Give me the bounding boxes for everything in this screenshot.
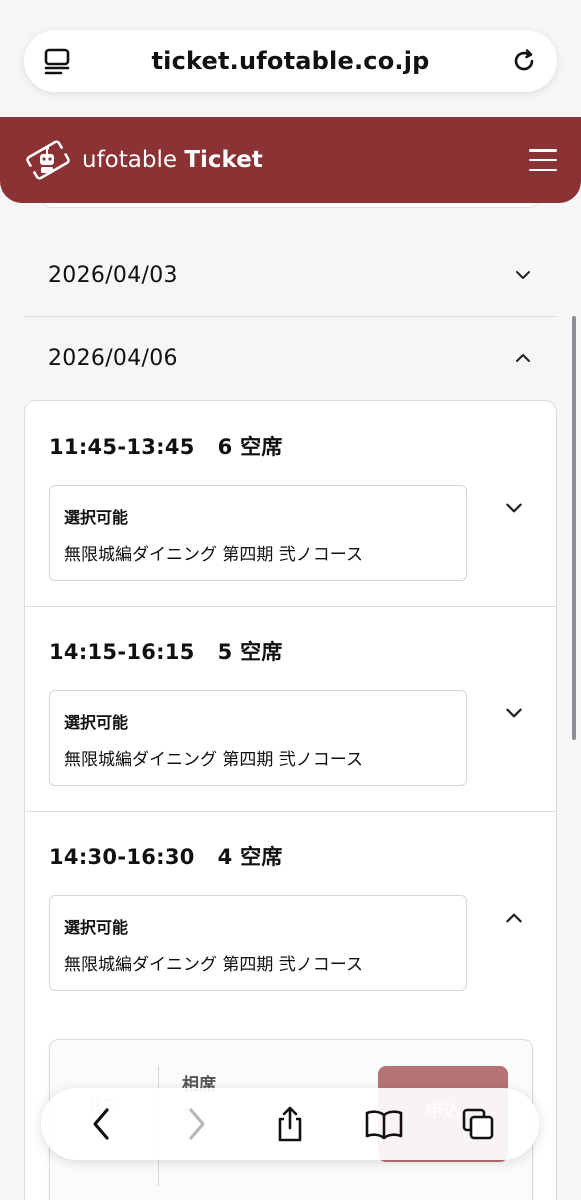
app-header: ufotable Ticket <box>0 117 581 203</box>
time-slot-1[interactable]: 14:15-16:15 5 空席 選択可能 無限城編ダイニング 第四期 弐ノコー… <box>25 606 556 811</box>
ufotable-logo-icon <box>26 140 70 180</box>
url-text[interactable]: ticket.ufotable.co.jp <box>151 47 429 75</box>
browser-url-bar[interactable]: ticket.ufotable.co.jp <box>24 30 557 92</box>
divider <box>24 316 557 317</box>
slot-status: 選択可能 <box>64 713 129 732</box>
slot-course: 無限城編ダイニング 第四期 弐ノコース <box>64 955 363 975</box>
slot-course: 無限城編ダイニング 第四期 弐ノコース <box>64 545 363 565</box>
reload-icon[interactable] <box>509 46 539 76</box>
back-icon[interactable] <box>79 1101 125 1147</box>
chevron-up-icon[interactable] <box>503 907 525 929</box>
chevron-down-icon[interactable] <box>503 497 525 519</box>
bookmarks-icon[interactable] <box>361 1101 407 1147</box>
date-label: 2026/04/06 <box>48 345 178 371</box>
slot-title: 14:30-16:30 4 空席 <box>49 845 283 869</box>
slot-course-box[interactable]: 選択可能 無限城編ダイニング 第四期 弐ノコース <box>49 895 467 991</box>
brand-name: ufotable Ticket <box>82 147 263 173</box>
chevron-down-icon <box>516 271 530 279</box>
share-icon[interactable] <box>267 1101 313 1147</box>
date-label: 2026/04/03 <box>48 262 178 288</box>
slot-title: 11:45-13:45 6 空席 <box>49 435 283 459</box>
reader-icon[interactable] <box>42 46 72 76</box>
chevron-down-icon[interactable] <box>503 702 525 724</box>
browser-toolbar <box>41 1088 539 1160</box>
slot-course-box[interactable]: 選択可能 無限城編ダイニング 第四期 弐ノコース <box>49 690 467 786</box>
slot-course-box[interactable]: 選択可能 無限城編ダイニング 第四期 弐ノコース <box>49 485 467 581</box>
date-row-1[interactable]: 2026/04/06 <box>24 318 557 398</box>
slot-course: 無限城編ダイニング 第四期 弐ノコース <box>64 750 363 770</box>
tabs-icon[interactable] <box>455 1101 501 1147</box>
slot-title: 14:15-16:15 5 空席 <box>49 640 283 664</box>
time-slot-0[interactable]: 11:45-13:45 6 空席 選択可能 無限城編ダイニング 第四期 弐ノコー… <box>25 401 556 606</box>
date-row-0[interactable]: 2026/04/03 <box>24 235 557 315</box>
brand[interactable]: ufotable Ticket <box>24 136 263 184</box>
slot-status: 選択可能 <box>64 918 129 937</box>
forward-icon[interactable] <box>173 1101 219 1147</box>
hamburger-menu-icon[interactable] <box>529 149 557 171</box>
chevron-up-icon <box>516 354 530 362</box>
time-slot-2[interactable]: 14:30-16:30 4 空席 選択可能 無限城編ダイニング 第四期 弐ノコー… <box>25 811 556 1016</box>
scrollbar[interactable] <box>572 316 576 740</box>
slot-status: 選択可能 <box>64 508 129 527</box>
time-slot-list: 11:45-13:45 6 空席 選択可能 無限城編ダイニング 第四期 弐ノコー… <box>24 400 557 1200</box>
